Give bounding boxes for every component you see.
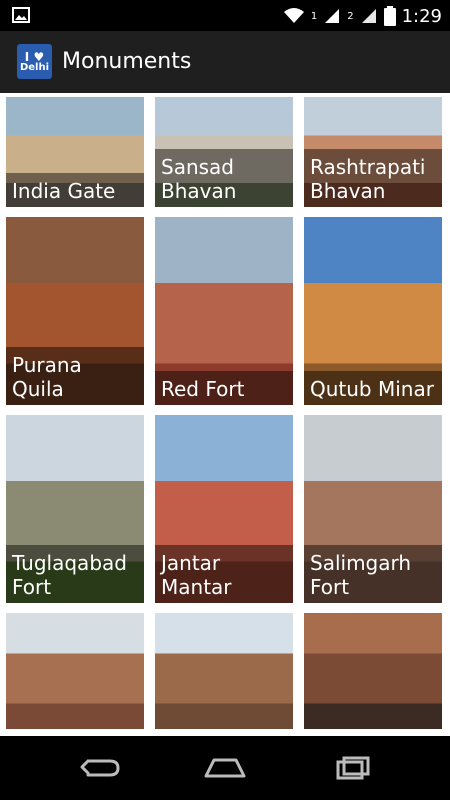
recents-button[interactable]	[322, 754, 378, 782]
sim1-label: 1	[310, 10, 318, 22]
monument-tile[interactable]	[155, 613, 293, 729]
monument-tile[interactable]: India Gate	[6, 97, 144, 207]
monument-image	[6, 613, 144, 729]
monument-label: Purana Quila	[6, 347, 144, 405]
monument-tile[interactable]: Jantar Mantar	[155, 415, 293, 603]
navigation-bar	[0, 736, 450, 800]
monument-label: Red Fort	[155, 371, 293, 405]
recents-icon	[336, 756, 370, 780]
battery-icon	[383, 6, 396, 26]
monument-tile[interactable]: Sansad Bhavan	[155, 97, 293, 207]
wifi-icon	[283, 8, 304, 23]
app-logo-icon[interactable]: I ♥ Delhi	[17, 44, 52, 79]
status-bar: 1 2 1:29	[0, 0, 450, 31]
monument-label: India Gate	[6, 173, 144, 207]
monuments-grid: India Gate Sansad Bhavan Rashtrapati Bhava…	[0, 93, 450, 736]
page-title: Monuments	[62, 49, 192, 74]
monument-image	[304, 613, 442, 729]
home-button[interactable]	[197, 754, 253, 782]
logo-top-text: I ♥	[24, 49, 45, 64]
gallery-notification-icon	[12, 7, 30, 23]
monument-tile[interactable]: Salimgarh Fort	[304, 415, 442, 603]
back-button[interactable]	[72, 754, 128, 782]
monument-label: Rashtrapati Bhavan	[304, 149, 442, 207]
monument-tile[interactable]: Red Fort	[155, 217, 293, 405]
back-icon	[80, 759, 120, 777]
monument-tile[interactable]: Tuglaqabad Fort	[6, 415, 144, 603]
sim2-label: 2	[347, 10, 354, 22]
home-icon	[204, 758, 246, 778]
monument-tile[interactable]	[304, 613, 442, 729]
clock: 1:29	[401, 5, 442, 27]
signal-strength-icon-1	[325, 9, 340, 23]
monument-tile[interactable]: Rashtrapati Bhavan	[304, 97, 442, 207]
monument-tile[interactable]	[6, 613, 144, 729]
monument-image	[155, 613, 293, 729]
monument-label: Qutub Minar	[304, 371, 442, 405]
signal-strength-icon-2	[361, 9, 376, 23]
monument-label: Tuglaqabad Fort	[6, 545, 144, 603]
monument-tile[interactable]: Qutub Minar	[304, 217, 442, 405]
logo-bottom-text: Delhi	[19, 61, 50, 73]
status-icons: 1 2 1:29	[283, 4, 442, 28]
monument-label: Jantar Mantar	[155, 545, 293, 603]
monument-label: Sansad Bhavan	[155, 149, 293, 207]
monument-label: Salimgarh Fort	[304, 545, 442, 603]
monument-tile[interactable]: Purana Quila	[6, 217, 144, 405]
app-bar: I ♥ Delhi Monuments	[0, 31, 450, 93]
